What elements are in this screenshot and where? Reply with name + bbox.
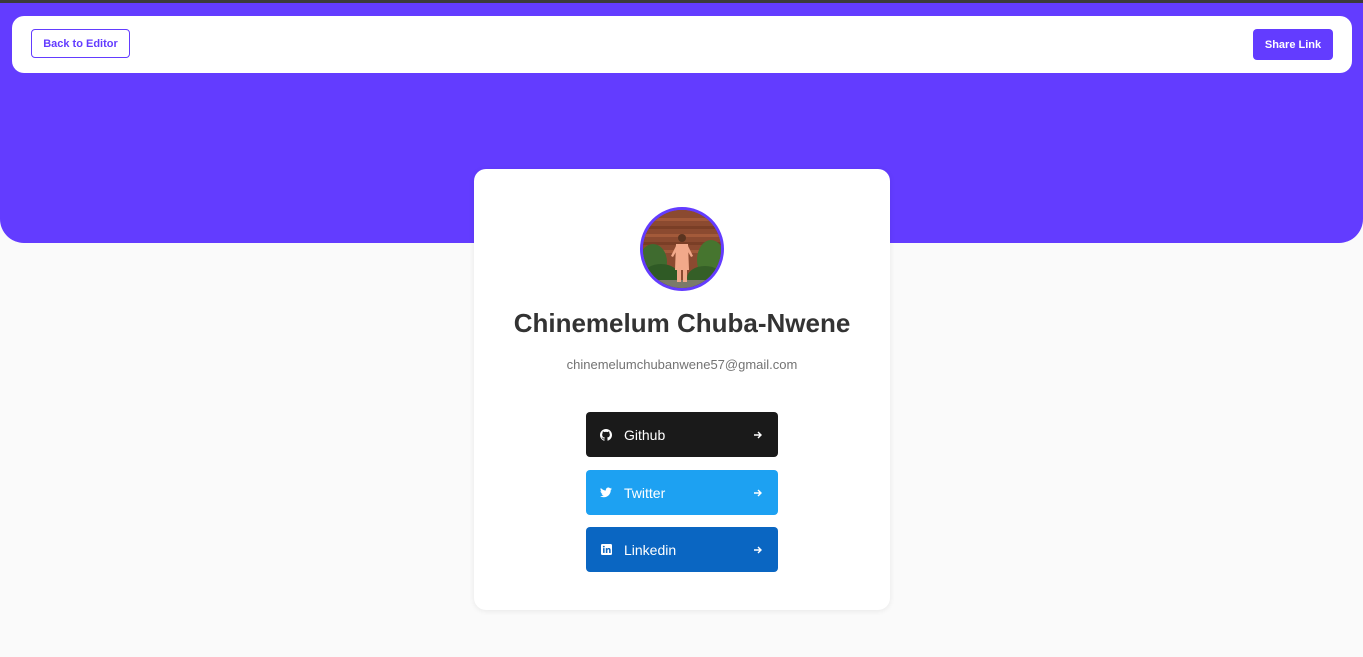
link-label: Linkedin	[624, 541, 677, 558]
github-icon	[600, 428, 612, 441]
link-label: Github	[624, 426, 666, 443]
link-github[interactable]: Github	[586, 412, 778, 457]
preview-navbar: Back to Editor Share Link	[12, 16, 1352, 73]
back-to-editor-button[interactable]: Back to Editor	[31, 29, 130, 58]
avatar	[640, 207, 724, 291]
link-twitter[interactable]: Twitter	[586, 470, 778, 515]
profile-email: chinemelumchubanwene57@gmail.com	[566, 357, 798, 372]
arrow-right-icon	[752, 544, 764, 556]
share-link-button[interactable]: Share Link	[1253, 29, 1333, 60]
arrow-right-icon	[752, 429, 764, 441]
profile-card: Chinemelum Chuba-Nwene chinemelumchubanw…	[474, 169, 890, 610]
link-label: Twitter	[624, 484, 666, 501]
profile-name: Chinemelum Chuba-Nwene	[513, 308, 851, 338]
twitter-icon	[600, 487, 612, 499]
arrow-right-icon	[752, 487, 764, 499]
link-linkedin[interactable]: Linkedin	[586, 527, 778, 572]
linkedin-icon	[600, 544, 612, 556]
